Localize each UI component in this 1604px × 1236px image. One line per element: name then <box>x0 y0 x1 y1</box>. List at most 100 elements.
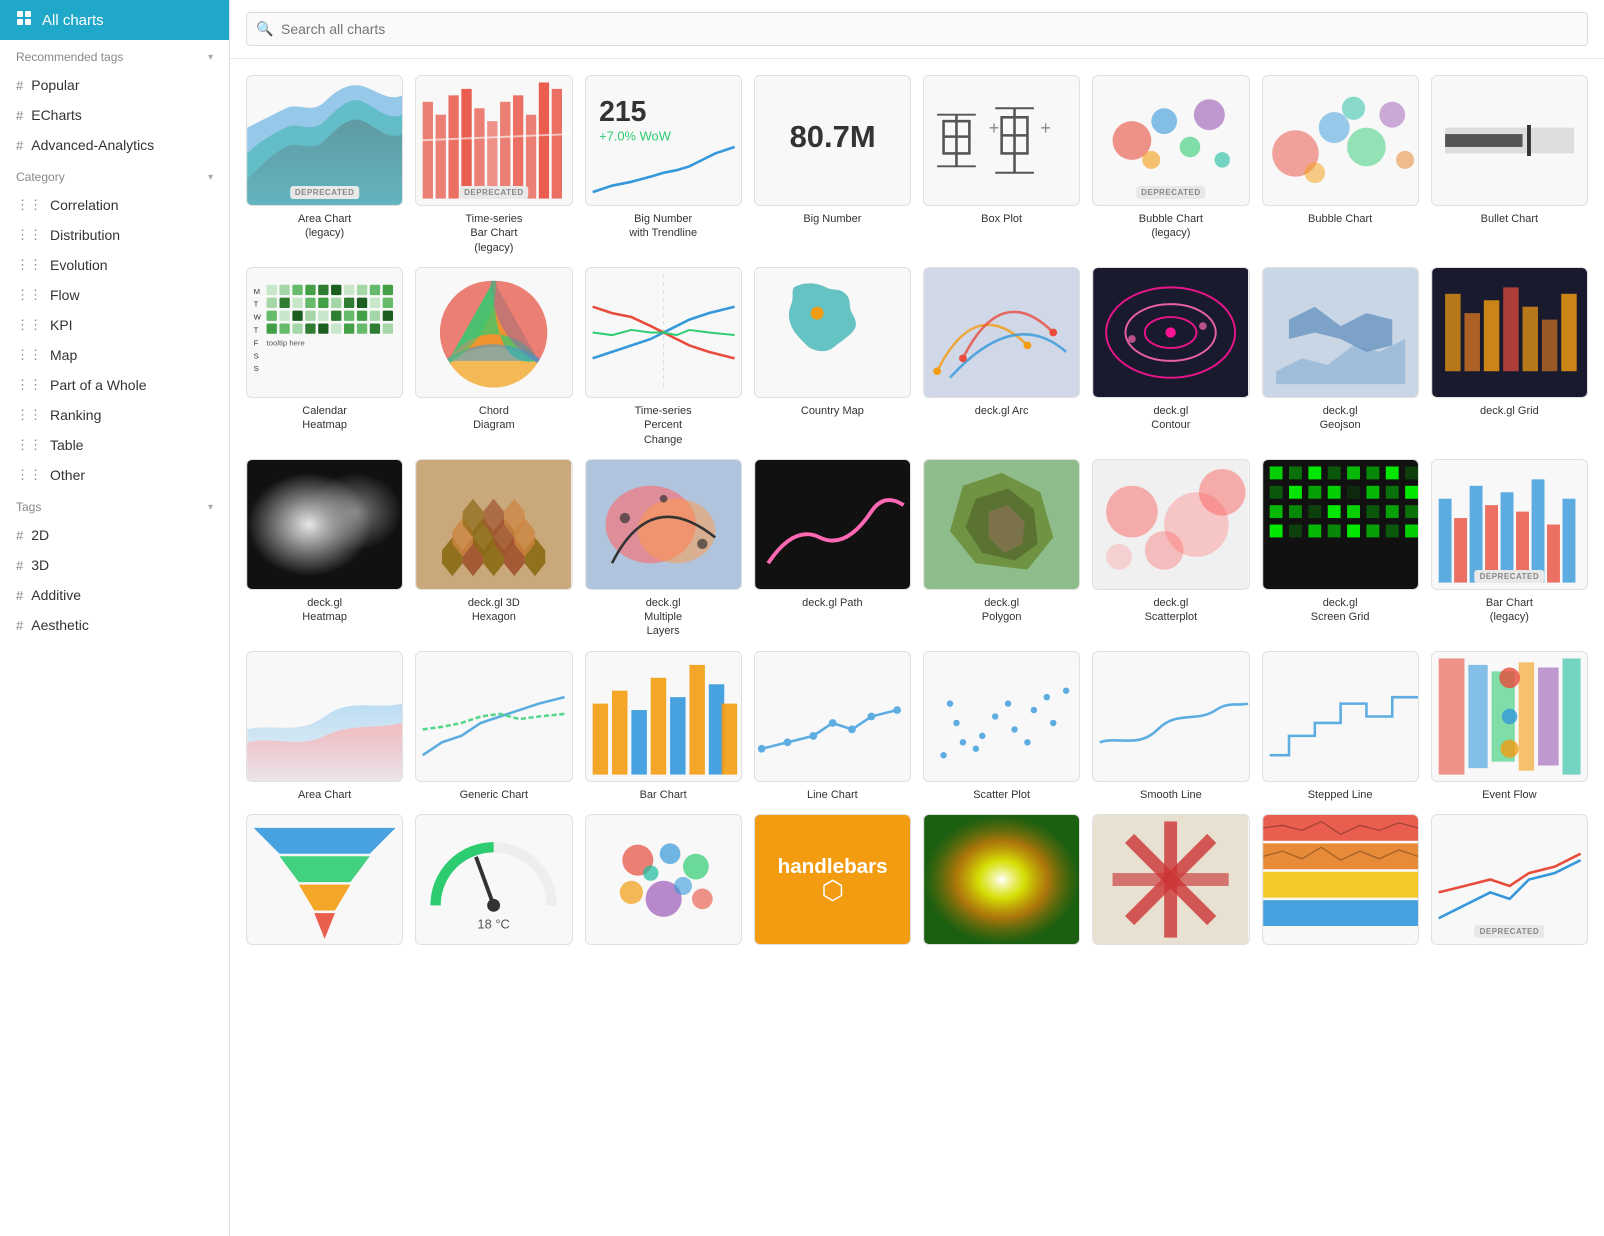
chart-card-deckgl-scatterplot[interactable]: deck.glScatterplot <box>1092 459 1249 639</box>
chart-card-deckgl-grid[interactable]: deck.gl Grid <box>1431 267 1588 447</box>
svg-text:⬡: ⬡ <box>821 877 844 905</box>
chart-card-big-number-trend[interactable]: 215 +7.0% WoW Big Numberwith Trendline <box>585 75 742 255</box>
chart-card-bubble[interactable]: Bubble Chart <box>1262 75 1419 255</box>
search-icon: 🔍 <box>256 21 273 38</box>
chart-card-event-flow[interactable]: Event Flow <box>1431 651 1588 802</box>
recommended-tags-header[interactable]: Recommended tags ▾ <box>0 40 229 70</box>
sidebar-item-advanced-analytics[interactable]: # Advanced-Analytics <box>0 130 229 160</box>
tags-header[interactable]: Tags ▾ <box>0 490 229 520</box>
chart-card-handlebars[interactable]: handlebars ⬡ <box>754 814 911 951</box>
sidebar-item-kpi[interactable]: ⋮⋮ KPI <box>0 310 229 340</box>
chart-card-bubble-legacy[interactable]: DEPRECATED Bubble Chart(legacy) <box>1092 75 1249 255</box>
chart-card-box-plot[interactable]: + + Box Plot <box>923 75 1080 255</box>
chart-card-big-number[interactable]: 80.7M Big Number <box>754 75 911 255</box>
chart-label: Scatter Plot <box>973 788 1030 802</box>
chart-card-scatter[interactable]: Scatter Plot <box>923 651 1080 802</box>
search-input[interactable] <box>246 12 1588 46</box>
chart-card-area-legacy[interactable]: DEPRECATED Area Chart(legacy) <box>246 75 403 255</box>
chart-label: Area Chart <box>298 788 351 802</box>
chart-card-horizon[interactable] <box>1262 814 1419 951</box>
deprecated-badge: DEPRECATED <box>1136 186 1206 199</box>
chart-card-area[interactable]: Area Chart <box>246 651 403 802</box>
chart-label: Bubble Chart(legacy) <box>1139 212 1203 241</box>
chart-card-deckgl-hexagon[interactable]: deck.gl 3DHexagon <box>415 459 572 639</box>
chart-card-word-cloud[interactable] <box>585 814 742 951</box>
sidebar-item-correlation[interactable]: ⋮⋮ Correlation <box>0 190 229 220</box>
chart-card-line[interactable]: Line Chart <box>754 651 911 802</box>
chart-label: Event Flow <box>1482 788 1536 802</box>
deprecated-badge: DEPRECATED <box>459 186 529 199</box>
chart-label: ChordDiagram <box>473 404 515 433</box>
chart-card-chord[interactable]: ChordDiagram <box>415 267 572 447</box>
sidebar-item-map[interactable]: ⋮⋮ Map <box>0 340 229 370</box>
chart-card-deckgl-screen-grid[interactable]: deck.glScreen Grid <box>1262 459 1419 639</box>
chevron-down-icon: ▾ <box>208 52 213 63</box>
chart-card-timeseries-percent[interactable]: Time-seriesPercentChange <box>585 267 742 447</box>
chart-label: Bar Chart(legacy) <box>1486 596 1533 625</box>
chart-card-rose[interactable] <box>1092 814 1249 951</box>
chart-card-funnel[interactable] <box>246 814 403 951</box>
chevron-down-icon: ▾ <box>208 172 213 183</box>
chart-card-deckgl-arc[interactable]: deck.gl Arc <box>923 267 1080 447</box>
chart-label: Smooth Line <box>1140 788 1202 802</box>
sidebar-item-evolution[interactable]: ⋮⋮ Evolution <box>0 250 229 280</box>
chart-card-last[interactable]: DEPRECATED <box>1431 814 1588 951</box>
sidebar-item-3d[interactable]: # 3D <box>0 550 229 580</box>
svg-text:W: W <box>254 313 262 322</box>
chart-card-timeseries-bar-legacy[interactable]: DEPRECATED Time-seriesBar Chart(legacy) <box>415 75 572 255</box>
chart-label: Country Map <box>801 404 864 418</box>
sidebar-item-flow[interactable]: ⋮⋮ Flow <box>0 280 229 310</box>
chart-label: deck.glScatterplot <box>1145 596 1198 625</box>
svg-text:+7.0% WoW: +7.0% WoW <box>599 129 672 144</box>
svg-text:+: + <box>1040 118 1051 138</box>
chart-label: Bar Chart <box>640 788 687 802</box>
chart-card-deckgl-contour[interactable]: deck.glContour <box>1092 267 1249 447</box>
main-content: 🔍 DEPRECATED Area Chart(legacy) <box>230 0 1604 1236</box>
chart-label: deck.glScreen Grid <box>1311 596 1370 625</box>
deprecated-badge: DEPRECATED <box>1475 570 1545 583</box>
chart-card-deckgl-path[interactable]: deck.gl Path <box>754 459 911 639</box>
all-charts-nav[interactable]: All charts <box>0 0 229 40</box>
sidebar-item-table[interactable]: ⋮⋮ Table <box>0 430 229 460</box>
chart-card-stepped-line[interactable]: Stepped Line <box>1262 651 1419 802</box>
chart-card-calendar-heatmap[interactable]: M T W T F S S <box>246 267 403 447</box>
chart-label: deck.gl Arc <box>975 404 1029 418</box>
category-header[interactable]: Category ▾ <box>0 160 229 190</box>
chart-card-generic[interactable]: Generic Chart <box>415 651 572 802</box>
chart-label: Line Chart <box>807 788 858 802</box>
sidebar-item-distribution[interactable]: ⋮⋮ Distribution <box>0 220 229 250</box>
chart-label: Bullet Chart <box>1481 212 1538 226</box>
chart-label: Generic Chart <box>460 788 528 802</box>
chart-card-bullet[interactable]: Bullet Chart <box>1431 75 1588 255</box>
svg-text:M: M <box>254 287 260 296</box>
chart-label: Time-seriesPercentChange <box>635 404 692 447</box>
chart-card-smooth-line[interactable]: Smooth Line <box>1092 651 1249 802</box>
svg-text:T: T <box>254 300 259 309</box>
chart-card-heatmap[interactable] <box>923 814 1080 951</box>
chart-label: deck.gl 3DHexagon <box>468 596 520 625</box>
sidebar-item-additive[interactable]: # Additive <box>0 580 229 610</box>
chart-card-country-map[interactable]: Country Map <box>754 267 911 447</box>
chart-card-bar-legacy[interactable]: DEPRECATED Bar Chart(legacy) <box>1431 459 1588 639</box>
sidebar-item-other[interactable]: ⋮⋮ Other <box>0 460 229 490</box>
chart-card-deckgl-polygon[interactable]: deck.glPolygon <box>923 459 1080 639</box>
chart-card-gauge[interactable]: 18 °C <box>415 814 572 951</box>
chart-label: Area Chart(legacy) <box>298 212 351 241</box>
chart-card-deckgl-geojson[interactable]: deck.glGeojson <box>1262 267 1419 447</box>
chart-label: deck.glContour <box>1151 404 1190 433</box>
chart-label: CalendarHeatmap <box>302 404 347 433</box>
svg-text:+: + <box>989 118 1000 138</box>
chart-card-bar[interactable]: Bar Chart <box>585 651 742 802</box>
chart-label: deck.glGeojson <box>1320 404 1361 433</box>
chart-label: deck.glMultipleLayers <box>644 596 682 639</box>
sidebar-item-aesthetic[interactable]: # Aesthetic <box>0 610 229 640</box>
sidebar-item-part-of-whole[interactable]: ⋮⋮ Part of a Whole <box>0 370 229 400</box>
chart-label: Bubble Chart <box>1308 212 1372 226</box>
sidebar-item-2d[interactable]: # 2D <box>0 520 229 550</box>
chart-card-deckgl-multiple[interactable]: deck.glMultipleLayers <box>585 459 742 639</box>
sidebar-item-popular[interactable]: # Popular <box>0 70 229 100</box>
chart-card-deckgl-heatmap[interactable]: deck.glHeatmap <box>246 459 403 639</box>
chart-label: Big Number <box>803 212 861 226</box>
sidebar-item-echarts[interactable]: # ECharts <box>0 100 229 130</box>
sidebar-item-ranking[interactable]: ⋮⋮ Ranking <box>0 400 229 430</box>
